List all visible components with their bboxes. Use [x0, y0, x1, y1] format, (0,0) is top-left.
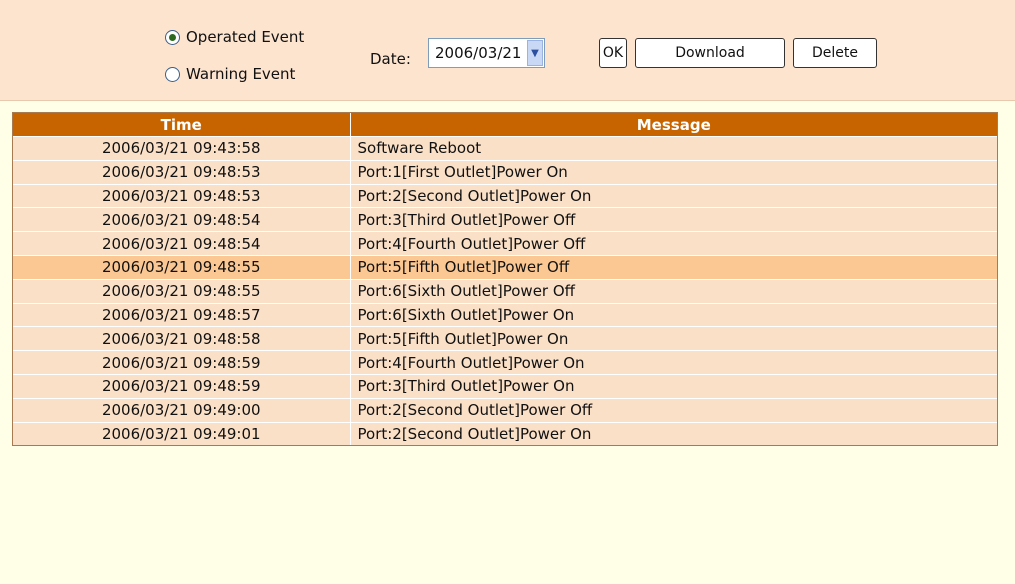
event-log-table: Time Message 2006/03/21 09:43:58 Software… [12, 112, 998, 447]
delete-button[interactable]: Delete [793, 38, 877, 68]
table-row-highlighted[interactable]: 2006/03/21 09:48:55 Port:5[Fifth Outlet]P… [13, 254, 997, 280]
row-time: 2006/03/21 09:43:58 [13, 136, 351, 161]
row-time: 2006/03/21 09:48:55 [13, 278, 351, 304]
row-time: 2006/03/21 09:48:54 [13, 231, 351, 256]
message-column-header: Message [350, 113, 997, 137]
row-message: Port:6[Sixth Outlet]Power Off [350, 278, 997, 304]
row-time: 2006/03/21 09:48:54 [13, 207, 351, 232]
date-select[interactable]: 2006/03/21 ▼ [428, 38, 545, 68]
chevron-down-icon[interactable]: ▼ [527, 40, 543, 66]
row-time: 2006/03/21 09:48:58 [13, 326, 351, 351]
row-message: Port:5[Fifth Outlet]Power Off [350, 254, 997, 280]
row-time: 2006/03/21 09:48:53 [13, 159, 351, 185]
row-message: Port:5[Fifth Outlet]Power On [350, 326, 997, 351]
table-row[interactable]: 2006/03/21 09:48:54 Port:3[Third Outlet]P… [13, 207, 997, 232]
table-row[interactable]: 2006/03/21 09:48:59 Port:3[Third Outlet]P… [13, 373, 997, 399]
row-message: Port:4[Fourth Outlet]Power On [350, 350, 997, 375]
table-row[interactable]: 2006/03/21 09:49:01 Port:2[Second Outlet]… [13, 421, 997, 446]
row-time: 2006/03/21 09:48:57 [13, 302, 351, 327]
time-column-header: Time [13, 113, 351, 137]
row-time: 2006/03/21 09:48:55 [13, 254, 351, 280]
operated-event-option[interactable]: Operated Event [165, 28, 304, 46]
date-label: Date: [370, 50, 411, 68]
warning-event-label[interactable]: Warning Event [186, 65, 295, 83]
radio-selected-dot [169, 33, 176, 41]
warning-event-radio[interactable] [165, 66, 180, 82]
row-time: 2006/03/21 09:48:53 [13, 183, 351, 208]
row-message: Port:1[First Outlet]Power On [350, 159, 997, 185]
operated-event-radio[interactable] [165, 29, 180, 45]
date-select-value: 2006/03/21 [435, 44, 522, 62]
row-message: Port:3[Third Outlet]Power On [350, 373, 997, 399]
table-row[interactable]: 2006/03/21 09:48:53 Port:1[First Outlet]P… [13, 159, 997, 185]
row-message: Port:4[Fourth Outlet]Power Off [350, 231, 997, 256]
row-time: 2006/03/21 09:48:59 [13, 350, 351, 375]
table-row[interactable]: 2006/03/21 09:48:57 Port:6[Sixth Outlet]P… [13, 302, 997, 327]
warning-event-option[interactable]: Warning Event [165, 65, 295, 83]
table-row[interactable]: 2006/03/21 09:43:58 Software Reboot [13, 136, 997, 161]
table-row[interactable]: 2006/03/21 09:49:00 Port:2[Second Outlet]… [13, 397, 997, 423]
table-row[interactable]: 2006/03/21 09:48:55 Port:6[Sixth Outlet]P… [13, 278, 997, 304]
row-message: Software Reboot [350, 136, 997, 161]
row-time: 2006/03/21 09:48:59 [13, 373, 351, 399]
table-row[interactable]: 2006/03/21 09:48:54 Port:4[Fourth Outlet]… [13, 231, 997, 256]
row-message: Port:2[Second Outlet]Power On [350, 421, 997, 446]
row-time: 2006/03/21 09:49:00 [13, 397, 351, 423]
ok-button[interactable]: OK [599, 38, 627, 68]
table-row[interactable]: 2006/03/21 09:48:59 Port:4[Fourth Outlet]… [13, 350, 997, 375]
row-message: Port:3[Third Outlet]Power Off [350, 207, 997, 232]
table-row[interactable]: 2006/03/21 09:48:58 Port:5[Fifth Outlet]P… [13, 326, 997, 351]
filter-toolbar: Operated Event Warning Event Date: 2006/… [0, 0, 1015, 101]
download-button[interactable]: Download [635, 38, 785, 68]
row-time: 2006/03/21 09:49:01 [13, 421, 351, 446]
table-row[interactable]: 2006/03/21 09:48:53 Port:2[Second Outlet]… [13, 183, 997, 208]
row-message: Port:2[Second Outlet]Power Off [350, 397, 997, 423]
operated-event-label[interactable]: Operated Event [186, 28, 304, 46]
row-message: Port:6[Sixth Outlet]Power On [350, 302, 997, 327]
table-header-row: Time Message [13, 113, 997, 137]
row-message: Port:2[Second Outlet]Power On [350, 183, 997, 208]
